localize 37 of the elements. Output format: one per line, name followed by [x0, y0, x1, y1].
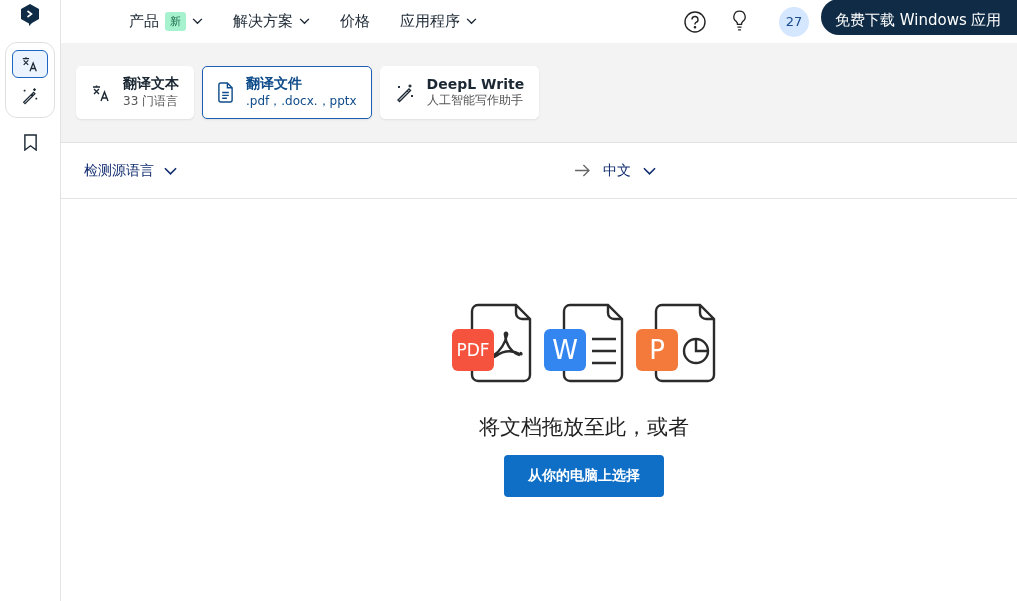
document-icon [217, 82, 234, 103]
source-language-selector[interactable]: 检测源语言 [84, 161, 154, 180]
tab-subtitle: 人工智能写作助手 [426, 92, 524, 109]
download-app-button[interactable]: 免费下载 Windows 应用 [821, 0, 1017, 35]
nav-link[interactable]: 价格 [340, 12, 370, 31]
mode-tab[interactable]: 翻译文本 33 门语言 [76, 66, 194, 119]
chevron-down-icon[interactable] [643, 166, 656, 175]
arrow-right-icon [574, 164, 591, 177]
lightbulb-icon[interactable] [732, 10, 747, 33]
tab-subtitle: 33 门语言 [123, 93, 179, 110]
bookmark-icon[interactable] [22, 134, 38, 151]
tab-title: 翻译文本 [123, 75, 179, 93]
chevron-down-icon[interactable] [466, 18, 477, 25]
nav-link[interactable]: 产品 [129, 12, 159, 31]
file-type-badge: PDF [452, 329, 494, 371]
choose-file-button[interactable]: 从你的电脑上选择 [504, 455, 664, 497]
new-badge: 新 [165, 12, 186, 31]
file-type-badge: W [544, 329, 586, 371]
tab-title: 翻译文件 [246, 75, 303, 93]
help-icon[interactable] [684, 10, 706, 33]
tab-title: DeepL Write [426, 76, 525, 92]
notification-count[interactable]: 27 [779, 6, 809, 37]
mode-tab[interactable]: DeepL Write 人工智能写作助手 [379, 66, 540, 119]
nav-link[interactable]: 应用程序 [400, 12, 460, 31]
chevron-down-icon[interactable] [299, 18, 310, 25]
mode-tab[interactable]: 翻译文件 .pdf，.docx.，pptx [202, 66, 372, 119]
file-type-badge: P [636, 329, 678, 371]
chevron-down-icon[interactable] [192, 18, 203, 25]
tab-subtitle: .pdf，.docx.，pptx [246, 93, 357, 110]
nav-link[interactable]: 解决方案 [233, 12, 293, 31]
magic-wand-icon [21, 87, 39, 105]
translate-icon [21, 55, 39, 73]
translate-tool-button[interactable] [12, 50, 48, 78]
target-language-selector[interactable]: 中文 [603, 161, 631, 180]
chevron-down-icon[interactable] [164, 166, 177, 175]
logo-icon[interactable] [20, 4, 40, 26]
drop-prompt: 将文档拖放至此，或者 [479, 414, 689, 441]
